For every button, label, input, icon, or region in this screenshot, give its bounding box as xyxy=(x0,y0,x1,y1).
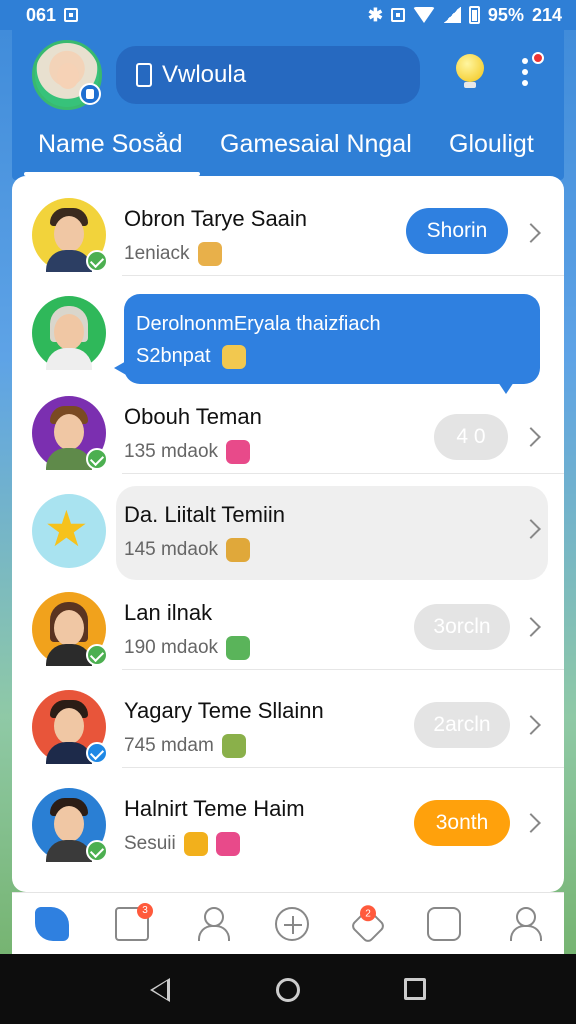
bubble-line-1: DerolnonmEryala thaizfiach xyxy=(136,313,381,335)
chevron-right-icon[interactable] xyxy=(521,223,541,243)
tab-glouligt[interactable]: Glouligt xyxy=(449,126,534,159)
bubble-line-2: S2bnpat xyxy=(136,340,528,372)
battery-percent: 95% xyxy=(487,4,524,25)
avatar xyxy=(32,788,108,862)
contact-subtitle: 190 mdaok xyxy=(124,636,251,660)
verified-icon xyxy=(86,840,108,862)
verified-icon xyxy=(86,448,108,470)
gift-emoji-icon xyxy=(226,440,251,464)
avatar: ★ xyxy=(32,494,106,568)
phone-icon xyxy=(136,63,152,87)
verified-icon xyxy=(86,250,108,272)
contact-subtitle: 145 mdaok xyxy=(124,538,251,562)
action-button[interactable]: 3onth xyxy=(414,800,510,846)
nfc-icon xyxy=(390,8,405,22)
home-icon[interactable] xyxy=(276,978,300,1002)
tab-bar: Name Sosa̐d Gamesaial Nngal Glouligt xyxy=(12,126,564,178)
hamster-emoji-icon xyxy=(222,344,247,369)
signal-icon xyxy=(442,7,461,23)
chevron-right-icon[interactable] xyxy=(521,617,541,637)
tab-name-social[interactable]: Name Sosa̐d xyxy=(38,126,183,159)
contact-subtitle: 745 mdam xyxy=(124,734,246,758)
profile-icon[interactable] xyxy=(195,906,230,941)
plant-emoji-icon xyxy=(221,734,246,758)
tab-games[interactable]: Gamesaial Nngal xyxy=(220,126,412,159)
search-bar[interactable]: Vwloula xyxy=(116,46,420,104)
avatar xyxy=(32,198,108,272)
box-emoji-icon xyxy=(226,538,251,562)
document-badge: 3 xyxy=(137,902,153,919)
action-button[interactable]: 4 0 xyxy=(434,414,508,460)
bird-icon[interactable] xyxy=(35,906,69,941)
wifi-icon xyxy=(412,7,435,23)
action-button[interactable]: 2arcln xyxy=(414,702,510,748)
person-icon[interactable] xyxy=(507,906,542,941)
avatar xyxy=(32,592,108,666)
sparkle-emoji-icon xyxy=(183,832,208,856)
verified-icon xyxy=(86,644,108,666)
bluetooth-icon: ✱ xyxy=(367,4,383,25)
contact-name: Yagary Teme Sllainn xyxy=(124,698,324,723)
chat-emoji-icon xyxy=(226,636,251,660)
back-icon[interactable] xyxy=(150,978,170,1002)
chevron-right-icon[interactable] xyxy=(521,427,541,447)
recent-apps-icon[interactable] xyxy=(404,978,426,1000)
more-menu-icon[interactable] xyxy=(522,52,544,88)
list-item[interactable]: ★ Da. Liitalt Temiin 145 mdaok xyxy=(12,474,564,572)
contact-list: Obron Tarye Saain 1eniack Shorin Derolno… xyxy=(12,176,564,892)
contact-subtitle: 1eniack xyxy=(124,242,222,266)
notification-icon xyxy=(64,8,79,22)
contact-name: Obouh Teman xyxy=(124,404,262,429)
system-navigation-bar xyxy=(0,954,576,1024)
document-icon[interactable]: 3 xyxy=(115,902,153,941)
battery-icon xyxy=(468,6,480,24)
contact-name: Obron Tarye Saain xyxy=(124,206,308,231)
search-text: Vwloula xyxy=(162,61,247,88)
contact-name: Lan ilnak xyxy=(124,600,213,625)
app-header: Vwloula Name Sosa̐d Gamesaial Nngal Glou… xyxy=(12,30,564,180)
action-button[interactable]: Shorin xyxy=(406,208,508,254)
star-icon: ★ xyxy=(44,501,89,557)
action-button[interactable]: 3orcln xyxy=(414,604,510,650)
chevron-right-icon[interactable] xyxy=(521,813,541,833)
lightbulb-icon[interactable] xyxy=(456,54,484,88)
gift-emoji-icon xyxy=(215,832,240,856)
list-item[interactable]: Obron Tarye Saain 1eniack Shorin xyxy=(12,178,564,276)
contact-subtitle: Sesuii xyxy=(124,832,240,856)
heart-icon[interactable]: 2 xyxy=(349,904,387,944)
face-icon[interactable] xyxy=(427,906,461,941)
heart-badge: 2 xyxy=(360,904,376,921)
list-item[interactable]: Lan ilnak 190 mdaok 3orcln xyxy=(12,572,564,670)
add-icon[interactable] xyxy=(275,906,309,941)
lock-badge-icon xyxy=(79,83,101,105)
avatar xyxy=(32,690,108,764)
contact-name: Halnirt Teme Haim xyxy=(124,796,305,821)
profile-avatar[interactable] xyxy=(32,40,102,110)
contact-name: Da. Liitalt Temiin xyxy=(124,502,285,527)
avatar xyxy=(32,296,106,370)
list-item[interactable]: Halnirt Teme Haim Sesuii 3onth xyxy=(12,768,564,866)
chevron-right-icon[interactable] xyxy=(521,519,541,539)
bear-emoji-icon xyxy=(197,242,222,266)
avatar xyxy=(32,396,108,470)
contact-subtitle: 135 mdaok xyxy=(124,440,251,464)
avatar-face xyxy=(57,63,79,89)
status-bar: 061 ✱ 95% 214 xyxy=(0,0,576,30)
status-time: 061 xyxy=(26,4,57,25)
list-item[interactable]: Yagary Teme Sllainn 745 mdam 2arcln xyxy=(12,670,564,768)
menu-notification-dot xyxy=(532,52,544,64)
bottom-navigation: 3 2 xyxy=(12,892,564,954)
message-bubble[interactable]: DerolnonmEryala thaizfiach S2bnpat xyxy=(114,294,540,394)
list-item[interactable]: Obouh Teman 135 mdaok 4 0 xyxy=(12,376,564,474)
chevron-right-icon[interactable] xyxy=(521,715,541,735)
verified-icon xyxy=(86,742,108,764)
status-extra: 214 xyxy=(531,4,562,25)
